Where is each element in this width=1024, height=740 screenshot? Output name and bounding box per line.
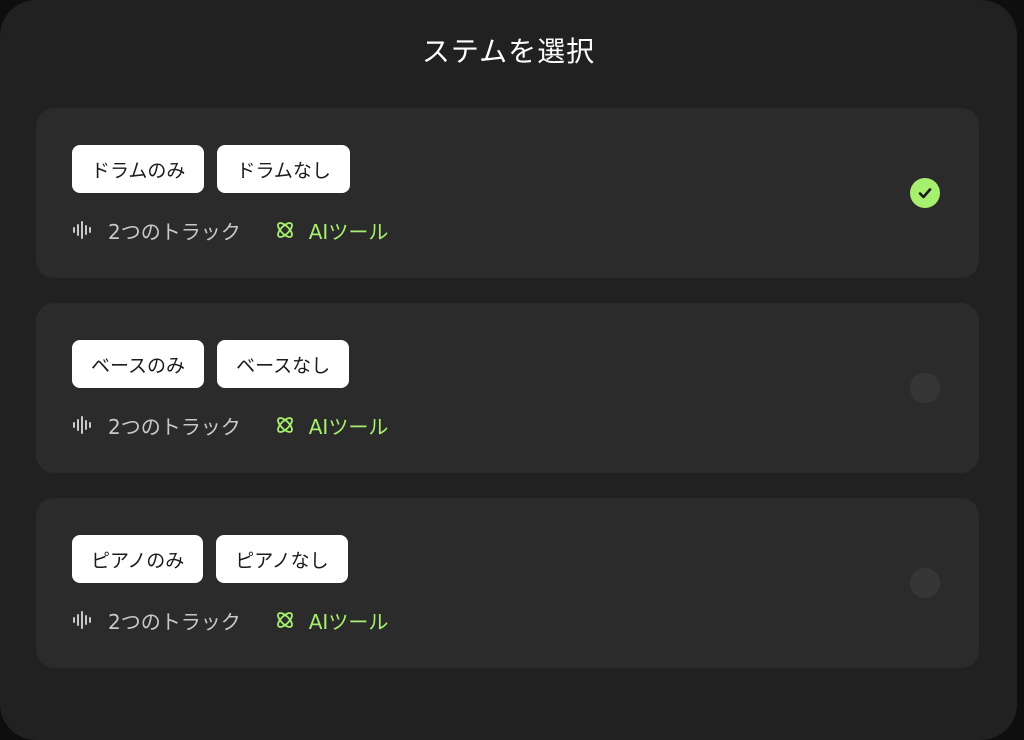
waveform-icon [72, 220, 94, 240]
stem-option-piano[interactable]: ピアノのみ ピアノなし 2つのトラック AIツール [36, 498, 979, 668]
ai-tool-label: AIツール [308, 414, 389, 439]
ai-tool-badge: AIツール [275, 411, 389, 440]
stem-chip-piano-only[interactable]: ピアノのみ [72, 535, 204, 583]
stem-meta: 2つのトラック AIツール [72, 606, 388, 634]
stem-meta: 2つのトラック AIツール [72, 411, 388, 439]
stem-option-bass[interactable]: ベースのみ ベースなし 2つのトラック AIツール [36, 303, 979, 473]
atom-icon [276, 612, 293, 628]
waveform-icon [72, 610, 94, 630]
stem-chip-group: ベースのみ ベースなし [72, 340, 350, 388]
stem-chip-group: ドラムのみ ドラムなし [72, 145, 350, 193]
radio-unselected[interactable] [910, 373, 940, 403]
stem-chip-group: ピアノのみ ピアノなし [72, 535, 348, 583]
stem-chip-no-bass[interactable]: ベースなし [217, 340, 350, 388]
track-count: 2つのトラック [108, 414, 241, 439]
stem-chip-no-drums[interactable]: ドラムなし [217, 145, 350, 193]
track-count: 2つのトラック [108, 609, 241, 634]
ai-tool-badge: AIツール [275, 216, 389, 245]
ai-tool-label: AIツール [308, 219, 389, 244]
ai-tool-label: AIツール [308, 609, 389, 634]
check-circle-icon[interactable] [910, 178, 940, 208]
stem-meta: 2つのトラック AIツール [72, 216, 388, 244]
atom-icon [276, 417, 293, 433]
ai-tool-badge: AIツール [275, 606, 389, 635]
stem-chip-drums-only[interactable]: ドラムのみ [72, 145, 205, 193]
atom-icon [276, 222, 293, 238]
stem-chip-no-piano[interactable]: ピアノなし [216, 535, 348, 583]
stem-option-drums[interactable]: ドラムのみ ドラムなし 2つのトラック AIツール [36, 108, 979, 278]
stem-chip-bass-only[interactable]: ベースのみ [72, 340, 205, 388]
waveform-icon [72, 415, 94, 435]
track-count: 2つのトラック [108, 219, 241, 244]
stem-select-sheet: ステムを選択 ドラムのみ ドラムなし 2つのトラック AIツール ベースのみ ベ… [0, 0, 1017, 740]
dialog-title: ステムを選択 [421, 35, 596, 68]
radio-unselected[interactable] [910, 568, 940, 598]
